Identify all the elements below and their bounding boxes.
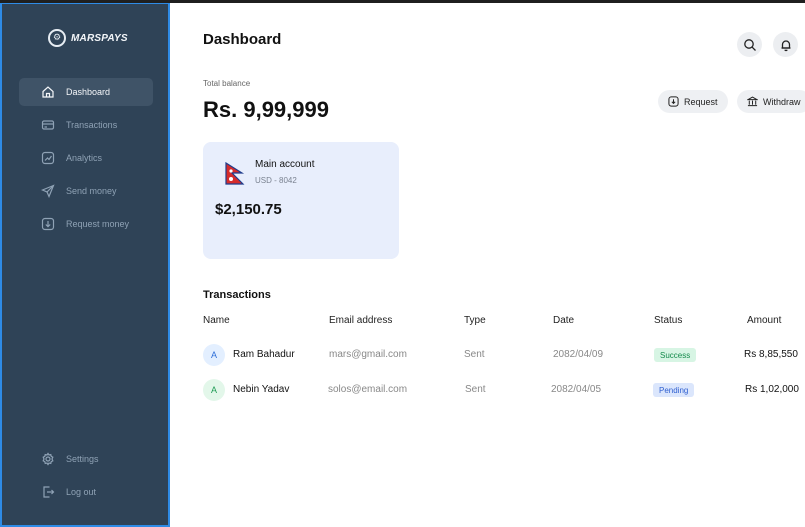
page-title: Dashboard	[203, 31, 282, 48]
card-icon	[41, 120, 55, 130]
search-button[interactable]	[737, 32, 762, 57]
logout-icon	[43, 486, 55, 498]
row-email: mars@gmail.com	[329, 349, 407, 360]
account-name: Main account	[255, 159, 315, 170]
sidebar-item-settings[interactable]: Settings	[19, 445, 153, 473]
sidebar: ⚙ MARSPAYS Dashboard Transactions Analyt…	[0, 3, 170, 527]
row-amount: Rs 1,02,000	[745, 384, 799, 395]
row-type: Sent	[464, 349, 485, 360]
total-balance-value: Rs. 9,99,999	[203, 97, 329, 122]
brand[interactable]: ⚙ MARSPAYS	[48, 29, 128, 47]
row-email: solos@email.com	[328, 384, 408, 395]
bank-icon	[747, 96, 758, 107]
total-balance-label: Total balance	[203, 79, 251, 88]
sidebar-item-label: Request money	[66, 219, 130, 229]
column-header-type: Type	[464, 315, 486, 326]
sidebar-item-log-out[interactable]: Log out	[19, 478, 153, 506]
row-type: Sent	[465, 384, 486, 395]
sidebar-item-label: Send money	[66, 186, 117, 196]
avatar: A	[203, 379, 225, 401]
withdraw-button-label: Withdraw	[763, 96, 801, 107]
bell-icon	[781, 39, 790, 51]
row-amount: Rs 8,85,550	[744, 349, 798, 360]
sidebar-nav: Dashboard Transactions Analytics Send mo…	[19, 78, 153, 243]
sidebar-bottom-nav: Settings Log out	[19, 445, 153, 511]
avatar: A	[203, 344, 225, 366]
status-badge: Pending	[653, 383, 695, 397]
row-date: 2082/04/05	[551, 384, 602, 395]
column-header-name: Name	[203, 315, 230, 326]
sidebar-item-label: Log out	[66, 487, 97, 497]
sidebar-item-send-money[interactable]: Send money	[19, 177, 153, 205]
search-icon	[743, 38, 756, 51]
sidebar-item-request-money[interactable]: Request money	[19, 210, 153, 238]
logo-icon: ⚙	[48, 29, 66, 47]
sidebar-item-analytics[interactable]: Analytics	[19, 144, 153, 172]
column-header-date: Date	[553, 315, 575, 326]
column-header-email: Email address	[329, 315, 393, 326]
home-icon	[42, 86, 54, 98]
sidebar-item-dashboard[interactable]: Dashboard	[19, 78, 153, 106]
send-icon	[41, 184, 55, 198]
row-date: 2082/04/09	[553, 349, 604, 360]
row-name: Nebin Yadav	[233, 384, 290, 395]
withdraw-button[interactable]: Withdraw	[737, 90, 805, 113]
column-header-amount: Amount	[747, 315, 782, 326]
sidebar-item-label: Dashboard	[66, 87, 111, 97]
gear-icon	[42, 452, 54, 466]
sidebar-item-label: Transactions	[66, 120, 118, 130]
column-header-status: Status	[654, 315, 683, 326]
account-balance: $2,150.75	[215, 201, 282, 218]
sidebar-item-transactions[interactable]: Transactions	[19, 111, 153, 139]
sidebar-item-label: Settings	[66, 454, 99, 464]
brand-name: MARSPAYS	[71, 32, 128, 44]
row-name: Ram Bahadur	[233, 349, 295, 360]
main-content: Dashboard Total balance Rs. 9,99,999 Req…	[170, 3, 805, 527]
request-button-label: Request	[684, 96, 718, 107]
transactions-title: Transactions	[203, 289, 271, 301]
main-account-card[interactable]: Main account USD - 8042 $2,150.75	[203, 142, 399, 259]
status-badge: Success	[654, 348, 697, 362]
request-icon	[668, 96, 679, 107]
chart-icon	[41, 151, 55, 165]
request-button[interactable]: Request	[658, 90, 728, 113]
account-number: USD - 8042	[255, 176, 297, 185]
sidebar-item-label: Analytics	[66, 153, 103, 163]
notifications-button[interactable]	[773, 32, 798, 57]
download-icon	[41, 217, 55, 231]
nepal-flag-icon	[225, 162, 245, 185]
